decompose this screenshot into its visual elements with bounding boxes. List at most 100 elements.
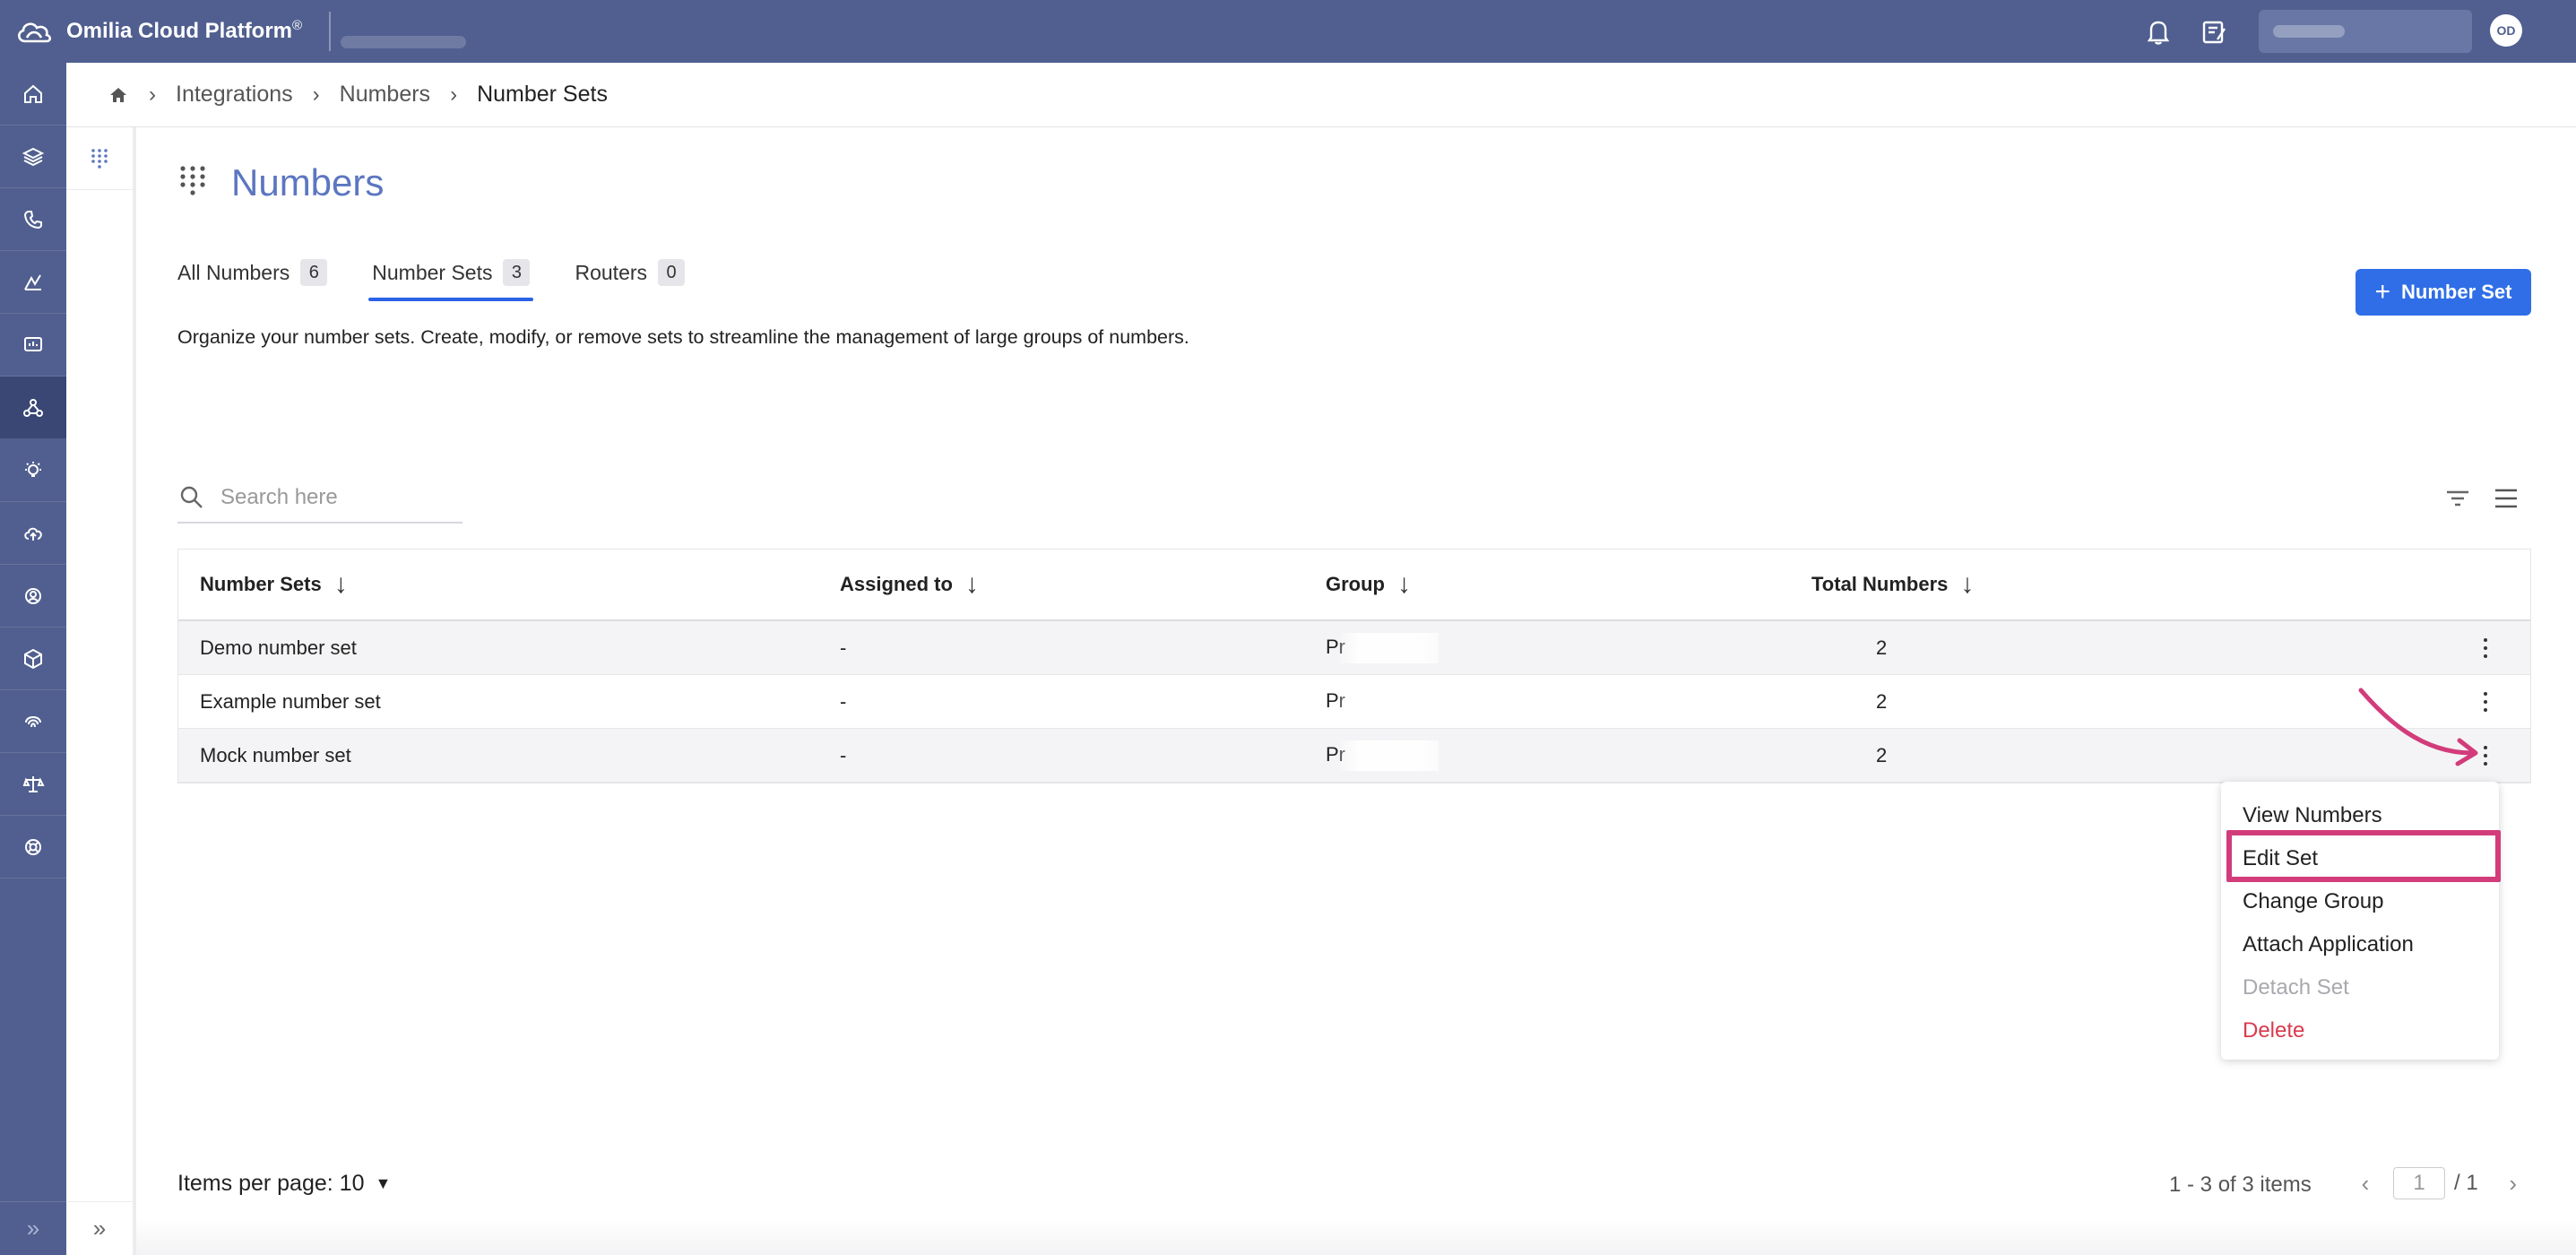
tab-count-badge: 6	[300, 259, 328, 286]
page-description: Organize your number sets. Create, modif…	[177, 326, 1189, 348]
tab-count-badge: 3	[503, 259, 531, 286]
page-number-input[interactable]: 1	[2393, 1167, 2445, 1199]
nav-monitor[interactable]	[0, 314, 66, 376]
nav-integrations[interactable]	[0, 376, 66, 439]
column-header-number-sets[interactable]: Number Sets ↓	[178, 569, 818, 600]
items-per-page-selector[interactable]: Items per page: 10 ▼	[177, 1171, 391, 1197]
column-header-group[interactable]: Group ↓	[1304, 569, 1790, 600]
integrations-icon	[23, 398, 43, 417]
fingerprint-icon	[25, 715, 41, 727]
nav-support[interactable]	[0, 565, 66, 628]
nav-phone[interactable]	[0, 188, 66, 251]
nav-legal[interactable]	[0, 753, 66, 816]
cell-total: 2	[1876, 689, 1888, 713]
nav-cloud-upload[interactable]	[0, 502, 66, 565]
column-header-total-numbers[interactable]: Total Numbers ↓	[1790, 569, 2283, 600]
table-header: Number Sets ↓ Assigned to ↓ Group ↓ Total N…	[178, 550, 2530, 621]
subnav-expand-icon[interactable]: »	[66, 1201, 133, 1255]
filter-icon[interactable]	[2443, 484, 2472, 513]
cell-group: Pr	[1304, 686, 1790, 717]
breadcrumb-separator: ›	[450, 82, 458, 107]
menu-item-attach-application[interactable]: Attach Application	[2221, 923, 2499, 966]
column-header-assigned-to[interactable]: Assigned to ↓	[818, 569, 1304, 600]
nav-packages[interactable]	[0, 628, 66, 690]
menu-item-change-group[interactable]: Change Group	[2221, 880, 2499, 923]
tab-label: All Numbers	[177, 260, 290, 284]
nav-help[interactable]	[0, 816, 66, 878]
workspace-selector[interactable]	[341, 36, 466, 48]
annotation-highlight-box	[2226, 830, 2501, 882]
cell-group: Pr	[1304, 740, 1790, 771]
search-input[interactable]	[220, 485, 454, 510]
tab-routers[interactable]: Routers 0	[575, 256, 686, 289]
table-row[interactable]: Mock number set - Pr 2	[178, 729, 2530, 783]
breadcrumb-separator: ›	[312, 82, 320, 107]
cloud-upload-icon	[24, 527, 42, 541]
support-icon	[25, 587, 41, 604]
cell-assigned: -	[840, 743, 847, 766]
breadcrumb: › Integrations › Numbers › Number Sets	[66, 63, 2576, 127]
phone-icon	[23, 210, 42, 229]
table-row[interactable]: Demo number set - Pr 2	[178, 621, 2530, 675]
search-icon	[180, 486, 203, 508]
row-context-menu: View Numbers Edit Set Change Group Attac…	[2221, 782, 2499, 1060]
account-selector[interactable]	[2259, 10, 2472, 53]
pagination: ‹ 1 / 1 ›	[2352, 1167, 2527, 1199]
cell-group: Pr	[1304, 632, 1790, 663]
column-settings-icon[interactable]	[2492, 484, 2520, 513]
caret-down-icon[interactable]: ▼	[375, 1174, 391, 1193]
menu-item-detach-set: Detach Set	[2243, 975, 2349, 1000]
subnav-numbers[interactable]	[66, 126, 133, 190]
kebab-menu-icon[interactable]	[2477, 636, 2494, 661]
table-row[interactable]: Example number set - Pr 2	[178, 675, 2530, 729]
avatar[interactable]: OD	[2490, 14, 2522, 47]
menu-item-delete[interactable]: Delete	[2221, 1009, 2499, 1052]
sort-arrow-icon[interactable]: ↓	[1960, 569, 1974, 600]
nav-home[interactable]	[0, 63, 66, 126]
cloud-logo-icon[interactable]	[14, 18, 54, 45]
breadcrumb-numbers[interactable]: Numbers	[340, 82, 430, 108]
search-bar	[177, 473, 462, 524]
sort-arrow-icon[interactable]: ↓	[334, 569, 348, 600]
nav-analytics[interactable]	[0, 251, 66, 314]
sidebar-expand-icon[interactable]: »	[0, 1201, 66, 1255]
sort-arrow-icon[interactable]: ↓	[1397, 569, 1411, 600]
items-per-page-value: 10	[339, 1171, 365, 1196]
app-title[interactable]: Omilia Cloud Platform®	[66, 18, 302, 44]
tab-count-badge: 0	[658, 259, 686, 286]
nav-layers[interactable]	[0, 126, 66, 188]
total-pages: / 1	[2454, 1171, 2478, 1195]
nav-insights[interactable]	[0, 439, 66, 502]
tab-all-numbers[interactable]: All Numbers 6	[177, 256, 328, 289]
cell-name: Example number set	[200, 689, 381, 713]
chevron-left-icon[interactable]: ‹	[2352, 1170, 2379, 1198]
items-per-page-label: Items per page:	[177, 1171, 333, 1196]
cell-assigned: -	[840, 689, 847, 713]
cell-name: Mock number set	[200, 743, 351, 766]
release-notes-icon[interactable]	[2200, 16, 2228, 47]
plus-icon: +	[2374, 277, 2391, 307]
chevron-right-icon[interactable]: ›	[2500, 1170, 2527, 1198]
add-number-set-button[interactable]: + Number Set	[2356, 269, 2531, 316]
breadcrumb-integrations[interactable]: Integrations	[176, 82, 293, 108]
redacted-text	[1340, 740, 1439, 771]
lifebuoy-icon	[25, 838, 41, 855]
pagination-summary: 1 - 3 of 3 items	[2169, 1173, 2312, 1197]
footer-edge	[136, 1219, 2576, 1255]
cell-name: Demo number set	[200, 636, 357, 659]
home-icon	[24, 84, 42, 103]
main-sidebar: »	[0, 63, 66, 1255]
breadcrumb-current: Number Sets	[477, 82, 608, 107]
monitor-icon	[24, 336, 42, 351]
nav-security[interactable]	[0, 690, 66, 753]
scale-icon	[22, 775, 45, 792]
annotation-arrow-icon	[2358, 688, 2478, 766]
sort-arrow-icon[interactable]: ↓	[965, 569, 979, 600]
bell-icon[interactable]	[2144, 16, 2173, 47]
top-bar: Omilia Cloud Platform® OD	[0, 0, 2576, 63]
redacted-text	[1340, 632, 1439, 663]
tab-number-sets[interactable]: Number Sets 3	[368, 256, 534, 301]
tab-label: Number Sets	[372, 260, 493, 284]
breadcrumb-home-icon[interactable]	[108, 84, 129, 106]
layers-icon	[22, 147, 45, 166]
